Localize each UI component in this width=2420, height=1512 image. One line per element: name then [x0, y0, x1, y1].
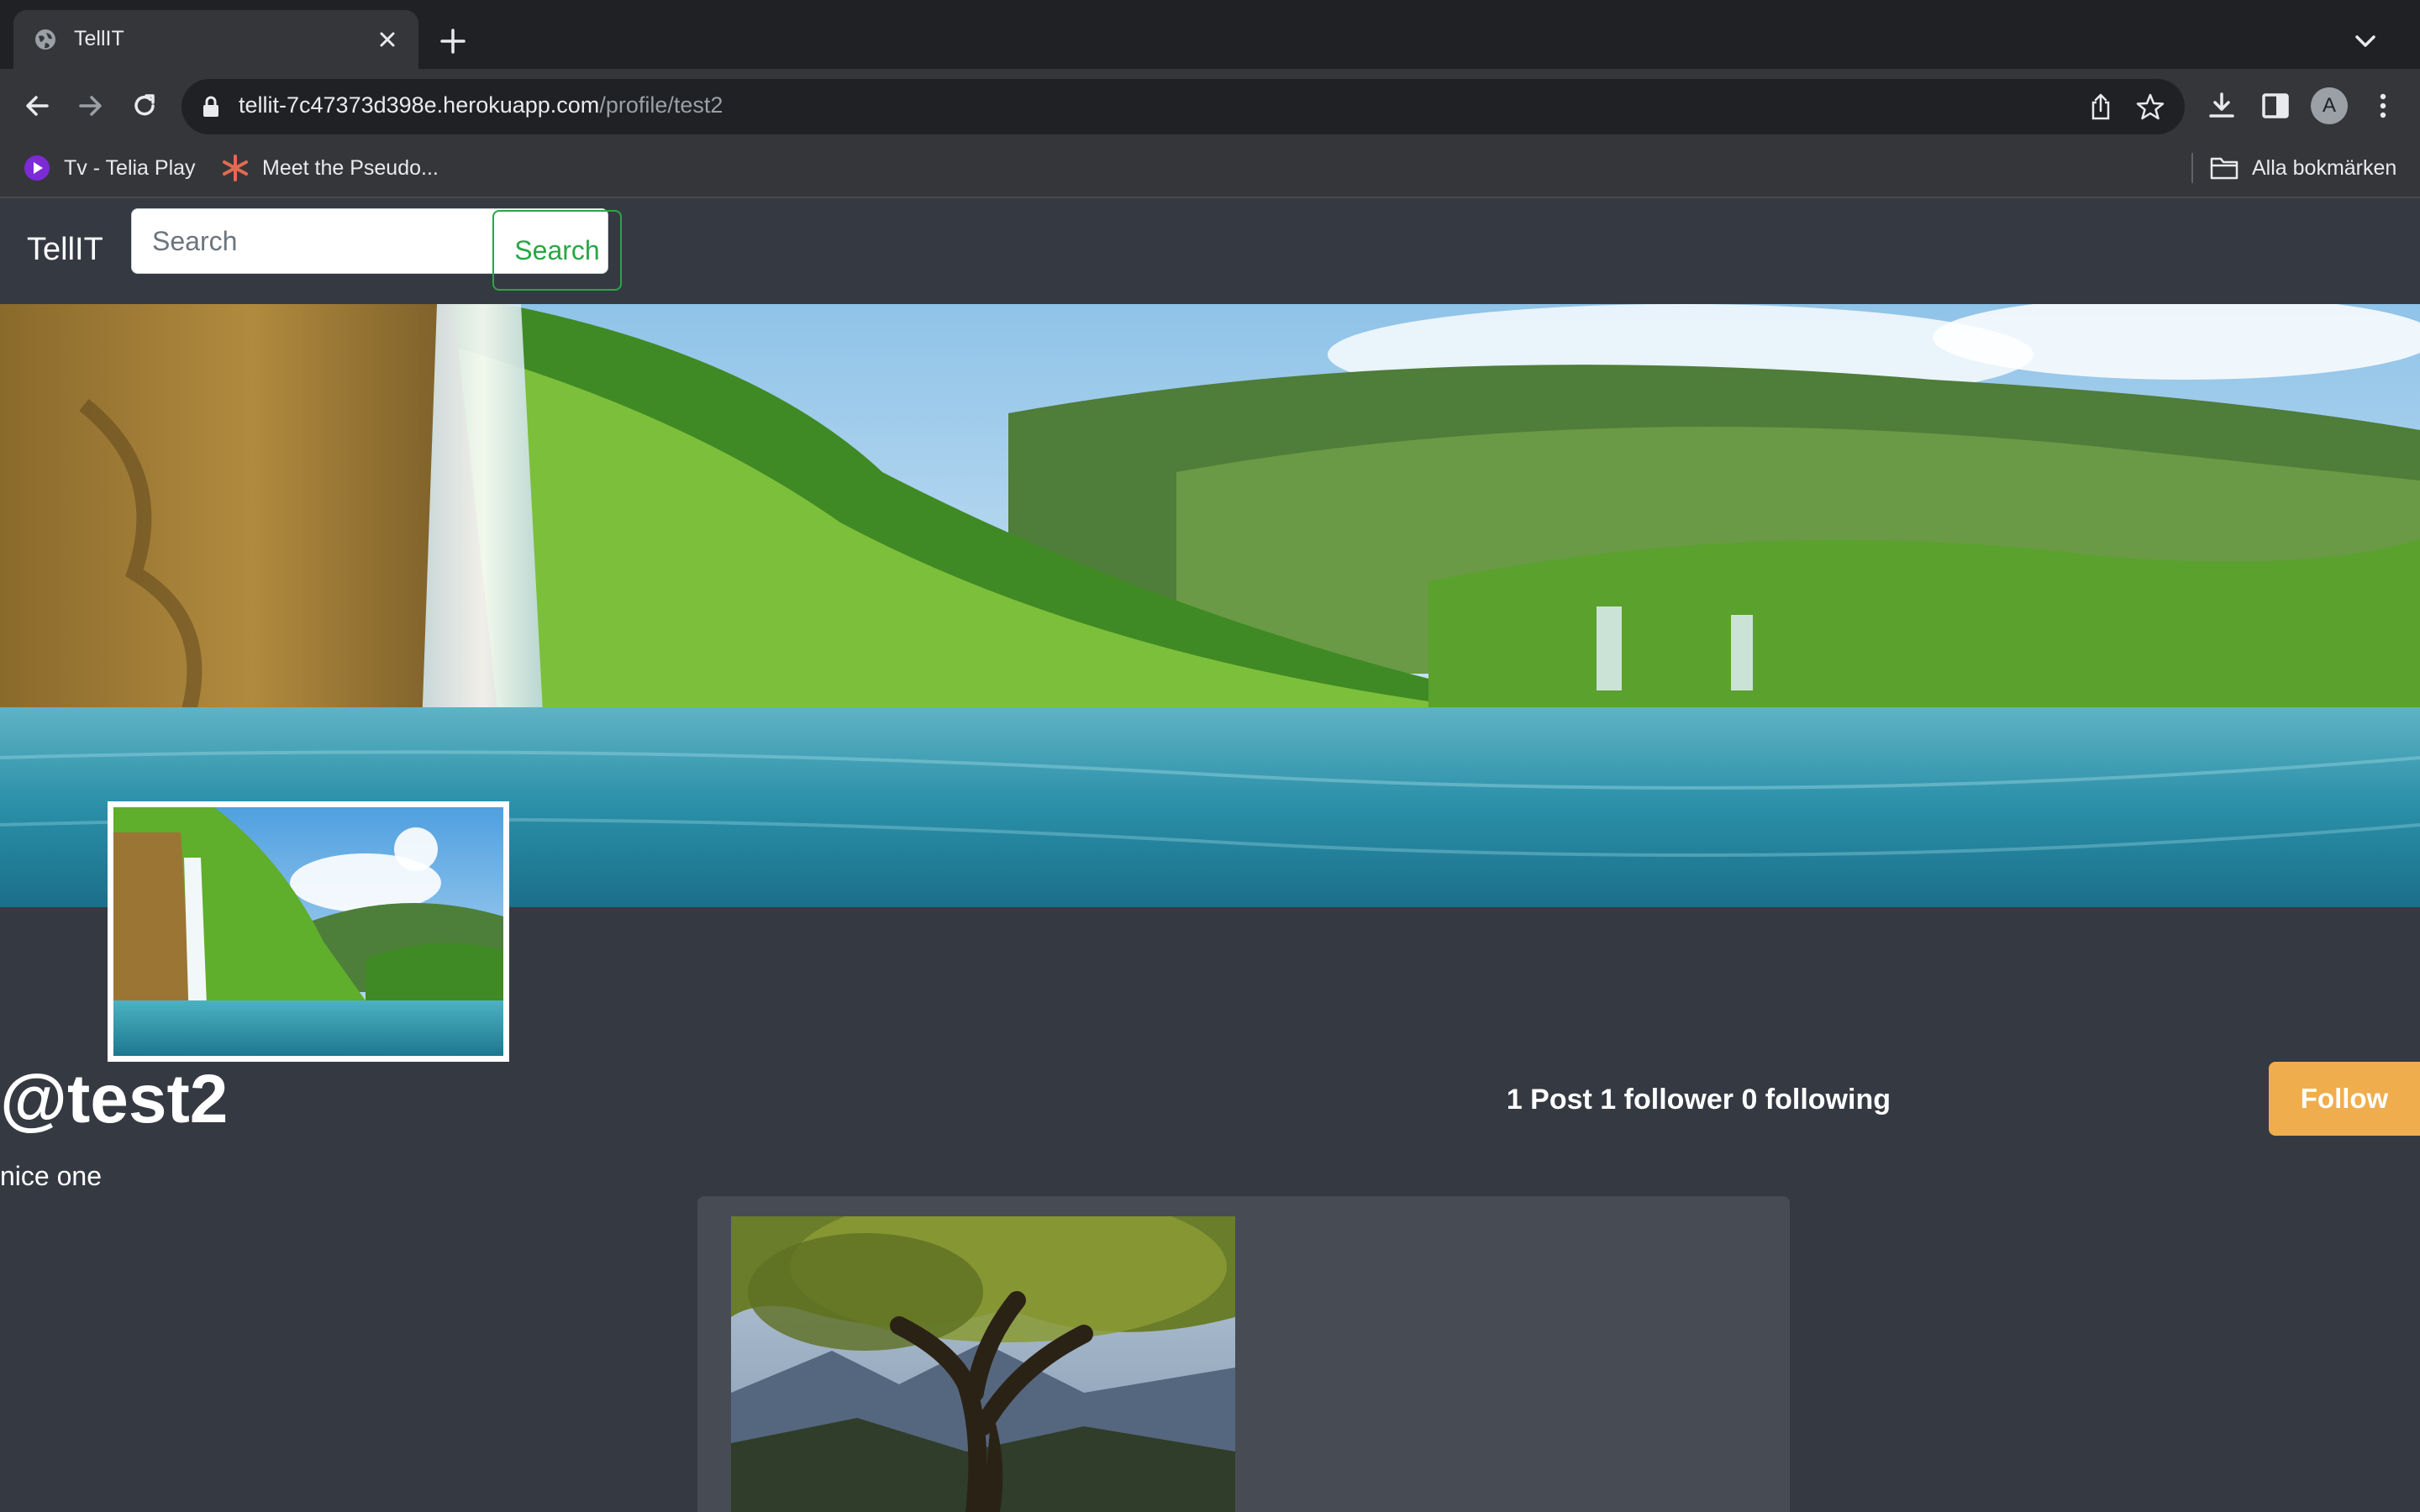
site-brand[interactable]: TellIT	[27, 232, 103, 268]
globe-icon	[35, 29, 55, 50]
lock-icon[interactable]	[202, 96, 220, 118]
bookmark-item-pseudo[interactable]: Meet the Pseudo...	[222, 151, 439, 185]
url-host: tellit-7c47373d398e.herokuapp.com	[239, 92, 600, 118]
profile-stats: 1 Post 1 follower 0 following	[1506, 1084, 1891, 1116]
url-text[interactable]: tellit-7c47373d398e.herokuapp.com/profil…	[239, 92, 723, 118]
url-path: /profile/test2	[599, 92, 723, 118]
search-button[interactable]: Search	[492, 210, 622, 291]
close-tab-icon[interactable]	[375, 27, 400, 52]
share-icon[interactable]	[2087, 92, 2114, 121]
folder-icon	[2210, 157, 2238, 180]
forward-arrow-icon[interactable]	[74, 89, 108, 123]
side-panel-icon[interactable]	[2260, 91, 2291, 121]
all-bookmarks-button[interactable]: Alla bokmärken	[2210, 151, 2396, 185]
bookmark-label: Tv - Telia Play	[64, 155, 196, 180]
profile-avatar[interactable]: A	[2311, 87, 2348, 124]
tab-title: TellIT	[74, 27, 124, 50]
bookmark-star-icon[interactable]	[2136, 92, 2165, 121]
all-bookmarks-label: Alla bokmärken	[2252, 155, 2397, 180]
reload-icon[interactable]	[128, 89, 161, 123]
kebab-menu-icon[interactable]	[2368, 91, 2398, 121]
profile-picture	[108, 801, 509, 1062]
address-bar[interactable]: tellit-7c47373d398e.herokuapp.com/profil…	[182, 79, 2185, 134]
chevron-down-icon[interactable]	[2353, 30, 2378, 52]
profile-username: @test2	[0, 1061, 229, 1137]
bookmark-item-telia[interactable]: Tv - Telia Play	[24, 151, 196, 185]
profile-bio: nice one	[0, 1161, 102, 1191]
bookmark-label: Meet the Pseudo...	[262, 155, 439, 180]
follow-button[interactable]: Follow	[2269, 1062, 2420, 1136]
asterisk-logo-icon	[223, 155, 248, 181]
telia-play-icon	[24, 155, 50, 181]
download-icon[interactable]	[2207, 91, 2237, 121]
bookmarks-divider	[2191, 153, 2193, 183]
new-tab-icon[interactable]	[439, 27, 467, 55]
browser-tab[interactable]: TellIT	[13, 10, 418, 69]
back-arrow-icon[interactable]	[20, 89, 54, 123]
post-image[interactable]	[731, 1216, 1235, 1512]
